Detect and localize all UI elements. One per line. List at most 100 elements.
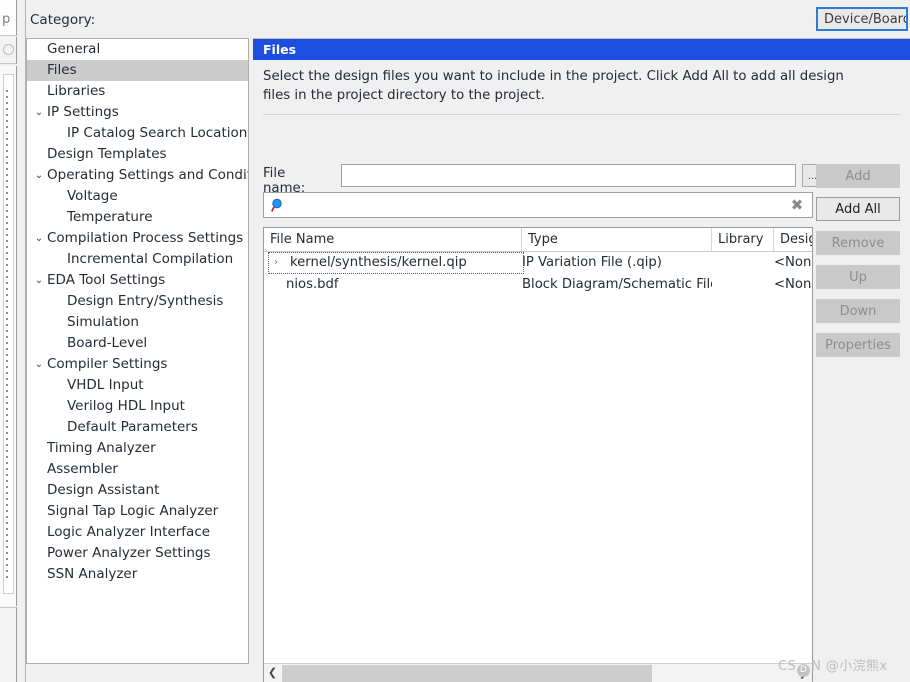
horizontal-scrollbar[interactable]: ❮ ❯ (264, 663, 812, 682)
category-item-compilation-process-settings[interactable]: ⌄ Compilation Process Settings (27, 228, 248, 249)
search-input[interactable] (291, 194, 786, 216)
category-item-label: Timing Analyzer (47, 440, 156, 456)
category-item-general[interactable]: General (27, 39, 248, 60)
down-button: Down (816, 299, 900, 323)
category-item-timing-analyzer[interactable]: Timing Analyzer (27, 438, 248, 459)
table-body: › kernel/synthesis/kernel.qip IP Variation… (264, 252, 812, 296)
category-item-ip-catalog-search-locations[interactable]: IP Catalog Search Locations (27, 123, 248, 144)
cell-file-name: kernel/synthesis/kernel.qip (268, 252, 524, 274)
category-item-compiler-settings[interactable]: ⌄ Compiler Settings (27, 354, 248, 375)
cell-design: <None> (774, 277, 812, 292)
search-icon (270, 198, 286, 213)
category-item-label: EDA Tool Settings (47, 272, 166, 288)
panel-divider (263, 114, 900, 115)
settings-dialog: p Category: General Files Libraries ⌄ IP Set… (0, 0, 910, 682)
category-item-label: Libraries (47, 83, 106, 99)
chevron-down-icon[interactable]: ⌄ (32, 270, 46, 291)
category-item-assembler[interactable]: Assembler (27, 459, 248, 480)
category-item-board-level[interactable]: Board-Level (27, 333, 248, 354)
category-item-label: Power Analyzer Settings (47, 545, 211, 561)
category-item-default-parameters[interactable]: Default Parameters (27, 417, 248, 438)
cell-design: <None> (774, 255, 812, 270)
background-circle-icon (3, 44, 14, 55)
category-item-operating-settings-and-conditio[interactable]: ⌄ Operating Settings and Conditio (27, 165, 248, 186)
table-row[interactable]: nios.bdf Block Diagram/Schematic File <Non… (264, 274, 812, 296)
add-button: Add (816, 164, 900, 188)
scroll-left-icon[interactable]: ❮ (264, 664, 281, 682)
files-panel: Files Select the design files you want t… (253, 38, 910, 682)
background-window-letter: p (2, 12, 11, 27)
category-item-label: Logic Analyzer Interface (47, 524, 211, 540)
category-item-power-analyzer-settings[interactable]: Power Analyzer Settings (27, 543, 248, 564)
category-item-label: SSN Analyzer (47, 566, 138, 582)
category-item-design-templates[interactable]: Design Templates (27, 144, 248, 165)
table-header-row: File NameTypeLibraryDesign (264, 228, 812, 252)
category-item-label: Compilation Process Settings (47, 230, 244, 246)
category-item-label: IP Catalog Search Locations (67, 125, 249, 141)
column-header-library[interactable]: Library (712, 228, 774, 251)
category-item-voltage[interactable]: Voltage (27, 186, 248, 207)
category-item-label: IP Settings (47, 104, 119, 120)
category-item-libraries[interactable]: Libraries (27, 81, 248, 102)
category-item-label: Board-Level (67, 335, 148, 351)
category-item-ssn-analyzer[interactable]: SSN Analyzer (27, 564, 248, 585)
background-panel-inner (3, 74, 14, 594)
category-item-label: Default Parameters (67, 419, 198, 435)
column-header-design[interactable]: Design (774, 228, 812, 251)
category-item-ip-settings[interactable]: ⌄ IP Settings (27, 102, 248, 123)
category-item-label: VHDL Input (67, 377, 144, 393)
category-item-files[interactable]: Files (27, 60, 248, 81)
category-item-design-assistant[interactable]: Design Assistant (27, 480, 248, 501)
category-item-label: Simulation (67, 314, 139, 330)
category-item-label: Files (47, 62, 77, 78)
up-button: Up (816, 265, 900, 289)
category-tree[interactable]: General Files Libraries ⌄ IP Settings IP Cata… (26, 38, 249, 664)
properties-button: Properties (816, 333, 900, 357)
category-item-label: Design Assistant (47, 482, 160, 498)
background-window-strip: p (0, 0, 20, 682)
background-ruler (6, 90, 8, 580)
clear-search-icon[interactable]: ✖ (788, 196, 806, 214)
file-name-input[interactable] (341, 164, 796, 187)
files-table[interactable]: File NameTypeLibraryDesign ›kernel/synth… (263, 227, 813, 682)
panel-description: Select the design files you want to incl… (263, 69, 844, 103)
category-item-eda-tool-settings[interactable]: ⌄ EDA Tool Settings (27, 270, 248, 291)
cell-type: Block Diagram/Schematic File (522, 277, 712, 292)
background-panel-footer (0, 607, 17, 682)
category-item-label: Verilog HDL Input (67, 398, 185, 414)
category-item-label: Signal Tap Logic Analyzer (47, 503, 219, 519)
category-item-temperature[interactable]: Temperature (27, 207, 248, 228)
category-item-label: Operating Settings and Conditio (47, 167, 249, 183)
category-item-label: General (47, 41, 101, 57)
search-box[interactable]: ✖ (263, 192, 813, 218)
cell-type: IP Variation File (.qip) (522, 255, 662, 270)
category-item-label: Voltage (67, 188, 118, 204)
remove-button: Remove (816, 231, 900, 255)
category-item-incremental-compilation[interactable]: Incremental Compilation (27, 249, 248, 270)
device-board-button[interactable]: Device/Board... (816, 7, 908, 31)
cell-library (712, 274, 774, 296)
add-all-button[interactable]: Add All (816, 197, 900, 221)
table-row[interactable]: › kernel/synthesis/kernel.qip IP Variation… (264, 252, 812, 274)
chevron-down-icon[interactable]: ⌄ (32, 228, 46, 249)
category-item-label: Temperature (67, 209, 153, 225)
category-item-label: Design Templates (47, 146, 167, 162)
category-item-logic-analyzer-interface[interactable]: Logic Analyzer Interface (27, 522, 248, 543)
panel-title: Files (253, 39, 910, 60)
chevron-down-icon[interactable]: ⌄ (32, 102, 46, 123)
scrollbar-thumb[interactable] (282, 665, 652, 682)
category-item-design-entry-synthesis[interactable]: Design Entry/Synthesis (27, 291, 248, 312)
category-item-vhdl-input[interactable]: VHDL Input (27, 375, 248, 396)
column-header-file-name[interactable]: File Name (264, 228, 522, 251)
category-item-label: Design Entry/Synthesis (67, 293, 224, 309)
category-item-verilog-hdl-input[interactable]: Verilog HDL Input (27, 396, 248, 417)
category-item-label: Incremental Compilation (67, 251, 234, 267)
scroll-right-icon[interactable]: ❯ (795, 664, 812, 682)
category-label: Category: (30, 12, 96, 28)
chevron-down-icon[interactable]: ⌄ (32, 354, 46, 375)
cell-library (712, 252, 774, 274)
category-item-signal-tap-logic-analyzer[interactable]: Signal Tap Logic Analyzer (27, 501, 248, 522)
chevron-down-icon[interactable]: ⌄ (32, 165, 46, 186)
category-item-simulation[interactable]: Simulation (27, 312, 248, 333)
column-header-type[interactable]: Type (522, 228, 712, 251)
